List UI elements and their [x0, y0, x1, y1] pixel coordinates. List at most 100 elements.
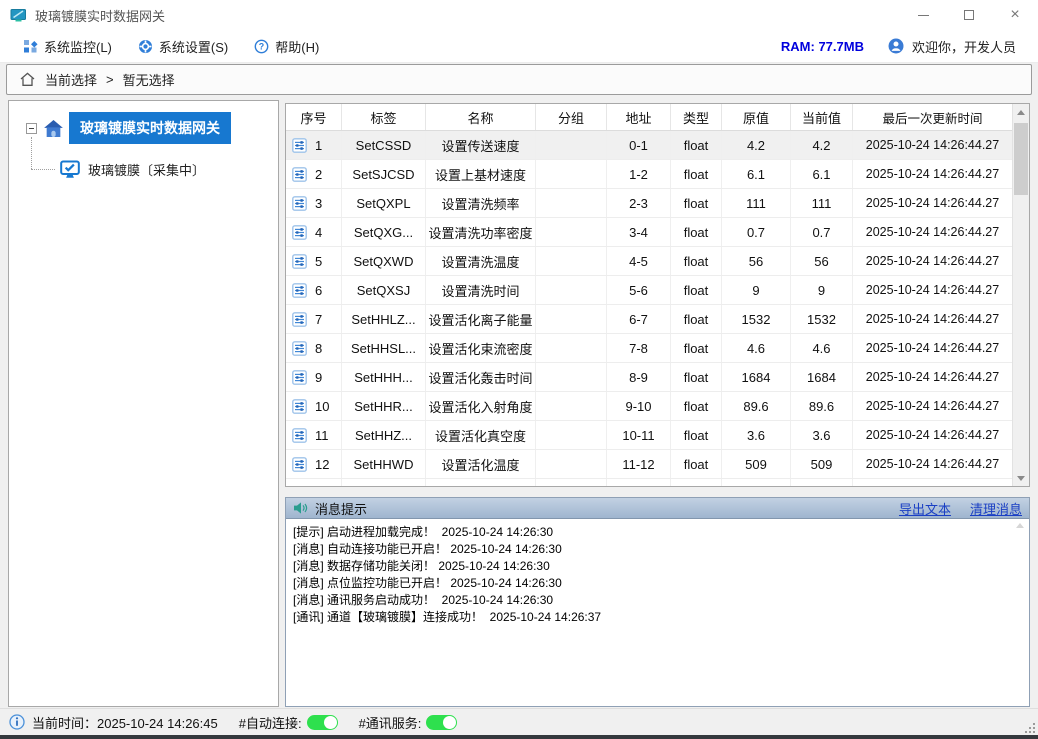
table-row[interactable]: 3 SetQXPL 设置清洗频率 2-3 float 111 111 2025-…: [286, 189, 1012, 218]
cell-original-value: 56: [722, 247, 791, 275]
resize-grip[interactable]: [1022, 720, 1036, 734]
cell-address: 9-10: [607, 392, 671, 420]
comm-service-toggle[interactable]: [426, 715, 457, 730]
scroll-up-icon[interactable]: [1013, 104, 1029, 120]
table-header-cell[interactable]: 当前值: [791, 104, 853, 130]
message-line: [消息] 通讯服务启动成功！ 2025-10-24 14:26:30: [293, 592, 1022, 609]
table-row[interactable]: 5 SetQXWD 设置清洗温度 4-5 float 56 56 2025-10…: [286, 247, 1012, 276]
cell-address: 2-3: [607, 189, 671, 217]
message-line: [通讯] 通道【玻璃镀膜】连接成功！ 2025-10-24 14:26:37: [293, 609, 1022, 626]
cell-name: 设置清洗频率: [426, 189, 536, 217]
table-row-partial[interactable]: [286, 479, 1012, 486]
cell-tag: SetHHSL...: [342, 334, 426, 362]
close-button[interactable]: ×: [992, 0, 1038, 30]
svg-text:?: ?: [259, 41, 264, 51]
tag-settings-icon: [292, 283, 307, 298]
help-icon: ?: [254, 39, 269, 54]
table-row[interactable]: 9 SetHHH... 设置活化轰击时间 8-9 float 1684 1684…: [286, 363, 1012, 392]
scrollbar-thumb[interactable]: [1014, 123, 1028, 195]
cell-last-update-time: 2025-10-24 14:26:44.27: [853, 276, 1012, 304]
table-row[interactable]: 2 SetSJCSD 设置上基材速度 1-2 float 6.1 6.1 202…: [286, 160, 1012, 189]
cell-name: 设置清洗功率密度: [426, 218, 536, 246]
cell-original-value: 3.6: [722, 421, 791, 449]
cell-tag: SetQXWD: [342, 247, 426, 275]
cell-index-value: 12: [315, 457, 329, 472]
tag-data-table: 序号标签名称分组地址类型原值当前值最后一次更新时间 1 SetCSSD 设置传送…: [285, 103, 1030, 487]
table-row[interactable]: 1 SetCSSD 设置传送速度 0-1 float 4.2 4.2 2025-…: [286, 131, 1012, 160]
tag-settings-icon: [292, 457, 307, 472]
scroll-down-icon[interactable]: [1013, 470, 1029, 486]
cell-last-update-time: 2025-10-24 14:26:44.27: [853, 218, 1012, 246]
message-scroll-up-icon[interactable]: [1016, 523, 1024, 528]
cell-type: float: [671, 218, 722, 246]
cell-group: [536, 131, 607, 159]
cell-last-update-time: 2025-10-24 14:26:44.27: [853, 392, 1012, 420]
window-title: 玻璃镀膜实时数据网关: [35, 6, 900, 25]
cell-index-value: 5: [315, 254, 322, 269]
cell-index-value: 8: [315, 341, 322, 356]
auto-connect-toggle[interactable]: [307, 715, 338, 730]
table-row[interactable]: 12 SetHHWD 设置活化温度 11-12 float 509 509 20…: [286, 450, 1012, 479]
table-row[interactable]: 6 SetQXSJ 设置清洗时间 5-6 float 9 9 2025-10-2…: [286, 276, 1012, 305]
cell-index-value: 3: [315, 196, 322, 211]
cell-address: 6-7: [607, 305, 671, 333]
minimize-icon: [918, 15, 929, 16]
cell-address: 5-6: [607, 276, 671, 304]
tag-settings-icon: [292, 341, 307, 356]
cell-address: 10-11: [607, 421, 671, 449]
cell-original-value: 4.2: [722, 131, 791, 159]
table-header-cell[interactable]: 序号: [286, 104, 342, 130]
table-row[interactable]: 7 SetHHLZ... 设置活化离子能量 6-7 float 1532 153…: [286, 305, 1012, 334]
table-columns: 序号标签名称分组地址类型原值当前值最后一次更新时间 1 SetCSSD 设置传送…: [286, 104, 1012, 486]
window-controls: ×: [900, 0, 1038, 30]
home-outline-icon[interactable]: [19, 71, 36, 88]
menu-system-settings[interactable]: 系统设置(S): [125, 30, 241, 62]
cell-current-value: 111: [791, 189, 853, 217]
minimize-button[interactable]: [900, 0, 946, 30]
table-header-cell[interactable]: 类型: [671, 104, 722, 130]
cell-current-value: 6.1: [791, 160, 853, 188]
maximize-button[interactable]: [946, 0, 992, 30]
cell-address: 3-4: [607, 218, 671, 246]
cell-type: float: [671, 131, 722, 159]
comm-service-toggle-group: #通讯服务:: [359, 713, 458, 732]
table-row[interactable]: 11 SetHHZ... 设置活化真空度 10-11 float 3.6 3.6…: [286, 421, 1012, 450]
tree-node-root[interactable]: 玻璃镀膜实时数据网关: [9, 111, 278, 145]
table-scrollbar[interactable]: [1012, 104, 1029, 486]
cell-group: [536, 421, 607, 449]
table-header-cell[interactable]: 分组: [536, 104, 607, 130]
cell-last-update-time: 2025-10-24 14:26:44.27: [853, 450, 1012, 478]
table-header-cell[interactable]: 地址: [607, 104, 671, 130]
clear-messages-link[interactable]: 清理消息: [970, 499, 1022, 518]
cell-index-value: 6: [315, 283, 322, 298]
cell-current-value: 9: [791, 276, 853, 304]
menu-system-monitor[interactable]: 系统监控(L): [10, 30, 125, 62]
tag-settings-icon: [292, 196, 307, 211]
cell-current-value: 4.6: [791, 334, 853, 362]
table-cell-index: 11: [286, 421, 342, 449]
tree-node-channel[interactable]: 玻璃镀膜〔采集中〕: [60, 153, 278, 185]
cell-current-value: 0.7: [791, 218, 853, 246]
table-row[interactable]: 4 SetQXG... 设置清洗功率密度 3-4 float 0.7 0.7 2…: [286, 218, 1012, 247]
table-header-cell[interactable]: 名称: [426, 104, 536, 130]
cell-original-value: 0.7: [722, 218, 791, 246]
cell-type: float: [671, 276, 722, 304]
export-text-link[interactable]: 导出文本: [899, 499, 951, 518]
menu-help[interactable]: ? 帮助(H): [241, 30, 332, 62]
cell-name: 设置活化束流密度: [426, 334, 536, 362]
titlebar: 玻璃镀膜实时数据网关 ×: [0, 0, 1038, 30]
cell-name: 设置清洗温度: [426, 247, 536, 275]
cell-last-update-time: 2025-10-24 14:26:44.27: [853, 160, 1012, 188]
table-header-cell[interactable]: 标签: [342, 104, 426, 130]
table-row[interactable]: 10 SetHHR... 设置活化入射角度 9-10 float 89.6 89…: [286, 392, 1012, 421]
collapse-icon[interactable]: [26, 123, 37, 134]
cell-name: 设置上基材速度: [426, 160, 536, 188]
message-panel-header: 消息提示 导出文本 清理消息: [286, 498, 1029, 519]
breadcrumb-separator: >: [106, 72, 114, 87]
table-row[interactable]: 8 SetHHSL... 设置活化束流密度 7-8 float 4.6 4.6 …: [286, 334, 1012, 363]
user-icon: [888, 38, 904, 54]
table-header-cell[interactable]: 原值: [722, 104, 791, 130]
table-header-cell[interactable]: 最后一次更新时间: [853, 104, 1012, 130]
table-cell-index: [286, 479, 342, 486]
cell-last-update-time: 2025-10-24 14:26:44.27: [853, 334, 1012, 362]
